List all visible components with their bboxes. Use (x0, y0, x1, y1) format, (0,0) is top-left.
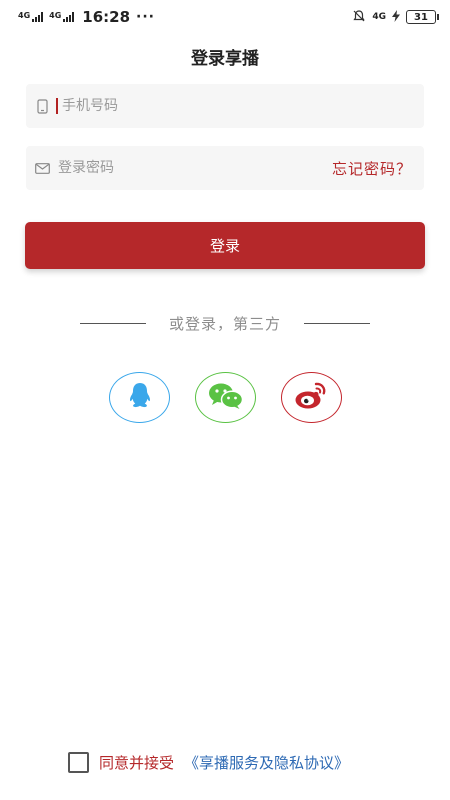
network-type-label-2: 4G (49, 11, 62, 20)
network-type-right: 4G (372, 12, 386, 22)
qq-icon (128, 382, 152, 414)
login-button[interactable]: 登录 (25, 222, 425, 269)
password-input[interactable] (56, 159, 332, 177)
phone-field[interactable] (26, 84, 424, 128)
more-notifications-icon: ··· (136, 9, 155, 25)
social-login-row (109, 372, 342, 423)
wechat-icon (208, 382, 244, 414)
privacy-agreement-link[interactable]: 《享播服务及隐私协议》 (184, 752, 349, 773)
charging-icon (392, 9, 400, 25)
agreement-row: 同意并接受 《享播服务及隐私协议》 (68, 752, 349, 773)
network-type-label: 4G (18, 11, 31, 20)
signal-icon-2: 4G (49, 11, 75, 22)
password-field[interactable]: 忘记密码？ (26, 146, 424, 190)
weibo-login-button[interactable] (281, 372, 342, 423)
page-title: 登录享播 (191, 49, 259, 69)
signal-icon: 4G (18, 11, 44, 22)
third-party-divider: 或登录，第三方 (80, 313, 370, 334)
weibo-icon (294, 381, 330, 415)
phone-icon (34, 98, 50, 114)
envelope-icon (34, 160, 50, 176)
agreement-checkbox[interactable] (68, 752, 89, 773)
status-left: 4G 4G 16:28 ··· (18, 8, 155, 26)
agreement-label: 同意并接受 (99, 754, 175, 772)
battery-icon: 31 (406, 10, 439, 24)
phone-input[interactable] (60, 97, 412, 115)
mute-bell-icon (352, 9, 366, 26)
clock: 16:28 (82, 8, 131, 26)
divider-line-left (80, 323, 146, 324)
text-caret (56, 98, 58, 114)
status-bar: 4G 4G 16:28 ··· 4G 31 (0, 0, 450, 34)
battery-level: 31 (414, 11, 428, 23)
qq-login-button[interactable] (109, 372, 170, 423)
status-right: 4G 31 (352, 9, 439, 26)
divider-line-right (303, 323, 370, 324)
forgot-password-link[interactable]: 忘记密码？ (332, 158, 412, 179)
third-party-label: 或登录，第三方 (168, 315, 281, 333)
wechat-login-button[interactable] (195, 372, 256, 423)
